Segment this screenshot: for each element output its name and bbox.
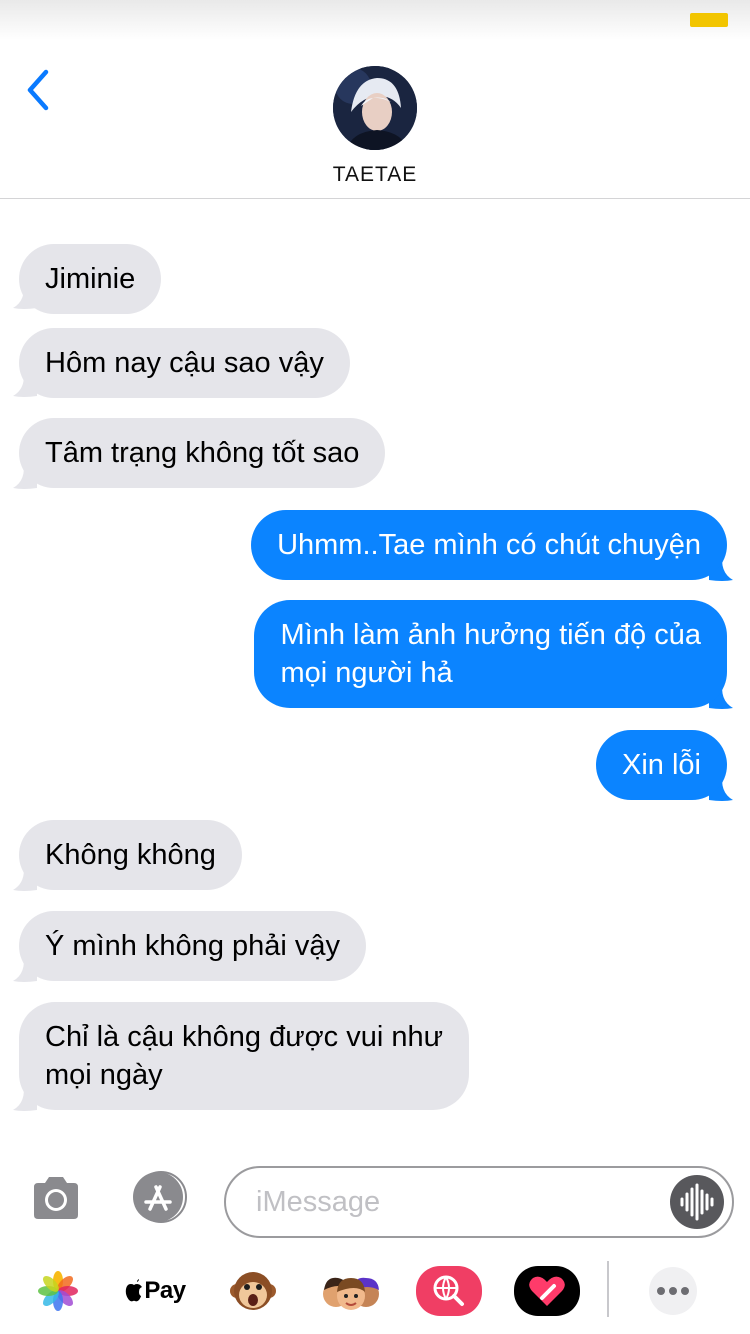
app-store-button[interactable] [126,1171,192,1223]
more-apps-icon[interactable] [640,1265,706,1317]
contact-avatar-photo [333,66,417,150]
memoji-stickers-icon[interactable] [318,1265,384,1317]
contact-name[interactable]: TAETAE [0,163,750,187]
battery-icon [690,13,728,27]
message-input[interactable] [256,1182,656,1222]
animoji-monkey-icon[interactable] [226,1265,280,1317]
message-thread: Jiminie Hôm nay cậu sao vậy Tâm trạng kh… [0,200,750,1145]
digital-touch-icon[interactable] [514,1265,580,1317]
received-message[interactable]: Jiminie [19,244,162,314]
chevron-left-icon [27,69,49,111]
apple-pay-button[interactable]: Pay [120,1265,190,1317]
back-button[interactable] [18,64,62,114]
message-field[interactable] [224,1166,734,1238]
sent-message[interactable]: Xin lỗi [596,730,727,800]
web-images-search-icon[interactable] [416,1265,482,1317]
camera-button[interactable] [30,1175,82,1221]
sent-message[interactable]: Mình làm ảnh hưởng tiến độ của mọi người… [254,600,727,708]
app-store-icon [133,1171,187,1223]
received-message[interactable]: Tâm trạng không tốt sao [19,418,386,488]
received-message[interactable]: Ý mình không phải vậy [19,911,367,981]
audio-waveform-icon [680,1183,714,1221]
received-message[interactable]: Không không [19,820,242,890]
app-drawer: Pay [0,1255,750,1334]
apple-pay-label: Pay [144,1277,186,1304]
conversation-header: TAETAE [0,40,750,199]
received-message[interactable]: Hôm nay cậu sao vậy [19,328,350,398]
drawer-divider [607,1261,609,1317]
audio-message-button[interactable] [670,1175,724,1229]
photos-app-icon[interactable] [36,1265,80,1317]
status-bar [0,0,750,40]
contact-avatar[interactable] [333,66,417,150]
compose-bar [0,1145,750,1255]
camera-icon [34,1177,78,1219]
received-message[interactable]: Chỉ là cậu không được vui như mọi ngày [19,1002,469,1110]
apple-pay-icon [126,1279,143,1302]
sent-message[interactable]: Uhmm..Tae mình có chút chuyện [251,510,727,580]
